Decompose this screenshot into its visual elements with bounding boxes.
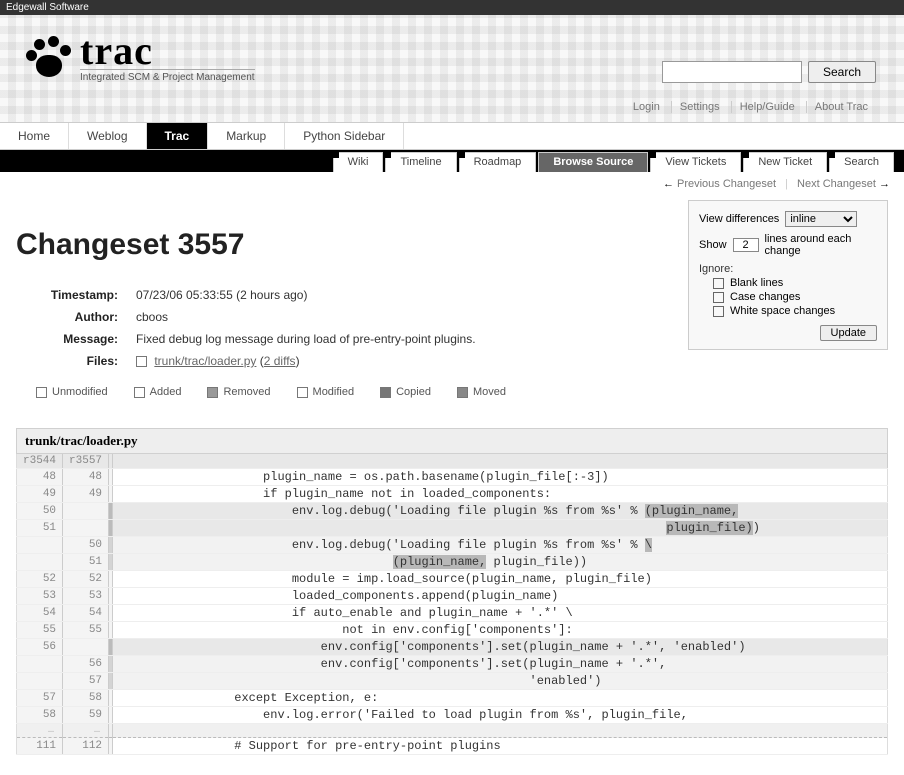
diff-row: 4848 plugin_name = os.path.basename(plug… xyxy=(17,469,888,486)
edgewall-link[interactable]: Edgewall Software xyxy=(6,2,89,13)
logo-tagline: Integrated SCM & Project Management xyxy=(80,69,255,83)
metanav: Login Settings Help/Guide About Trac xyxy=(625,101,876,113)
next-changeset-link[interactable]: Next Changeset xyxy=(797,178,876,190)
update-button[interactable]: Update xyxy=(820,325,877,341)
rev-new-header: r3557 xyxy=(63,454,109,469)
ignore-ws-checkbox[interactable] xyxy=(713,306,724,317)
diff-row: 51 (plugin_name, plugin_file)) xyxy=(17,554,888,571)
legend-moved-icon xyxy=(457,387,468,398)
logo-text: trac xyxy=(80,33,255,69)
diff-row: 5252 module = imp.load_source(plugin_nam… xyxy=(17,571,888,588)
rev-old-header: r3544 xyxy=(17,454,63,469)
files-label: Files: xyxy=(16,350,126,372)
diff-row: 5353 loaded_components.append(plugin_nam… xyxy=(17,588,888,605)
changeset-info: Timestamp: 07/23/06 05:33:55 (2 hours ag… xyxy=(16,284,674,372)
author-value: cboos xyxy=(136,306,674,328)
login-link[interactable]: Login xyxy=(625,101,668,113)
site-tabs: Home Weblog Trac Markup Python Sidebar xyxy=(0,123,904,150)
diff-row: 4949 if plugin_name not in loaded_compon… xyxy=(17,486,888,503)
about-link[interactable]: About Trac xyxy=(806,101,876,113)
nav-wiki[interactable]: Wiki xyxy=(333,152,384,172)
ignore-blank-checkbox[interactable] xyxy=(713,278,724,289)
legend-removed-icon xyxy=(207,387,218,398)
nav-timeline[interactable]: Timeline xyxy=(385,152,456,172)
diff-row: 56 env.config['components'].set(plugin_n… xyxy=(17,639,888,656)
ignore-case-checkbox[interactable] xyxy=(713,292,724,303)
diff-row: 5859 env.log.error('Failed to load plugi… xyxy=(17,707,888,724)
settings-link[interactable]: Settings xyxy=(671,101,728,113)
context-nav: ← Previous Changeset | Next Changeset → xyxy=(0,172,904,190)
mainnav: Wiki Timeline Roadmap Browse Source View… xyxy=(0,150,904,172)
diff-row: 5454 if auto_enable and plugin_name + '.… xyxy=(17,605,888,622)
diff-row: 5555 not in env.config['components']: xyxy=(17,622,888,639)
show-suffix: lines around each change xyxy=(765,233,877,257)
trac-paw-icon xyxy=(24,35,70,81)
diff-row: 111112 # Support for pre-entry-point plu… xyxy=(17,738,888,755)
file-change-icon xyxy=(136,356,147,367)
help-link[interactable]: Help/Guide xyxy=(731,101,803,113)
message-label: Message: xyxy=(16,328,126,350)
diff-table: r3544 r3557 4848 plugin_name = os.path.b… xyxy=(16,454,888,755)
diff-row: 50 env.log.debug('Loading file plugin %s… xyxy=(17,503,888,520)
diff-row: …… xyxy=(17,724,888,738)
tab-trac[interactable]: Trac xyxy=(147,123,209,149)
legend-added-icon xyxy=(134,387,145,398)
timestamp-label: Timestamp: xyxy=(16,284,126,306)
tab-python-sidebar[interactable]: Python Sidebar xyxy=(285,123,404,149)
diff-prefs-panel: View differences inline Show lines aroun… xyxy=(688,200,888,350)
author-label: Author: xyxy=(16,306,126,328)
diff-row: 56 env.config['components'].set(plugin_n… xyxy=(17,656,888,673)
legend: Unmodified Added Removed Modified Copied… xyxy=(36,386,888,398)
nav-roadmap[interactable]: Roadmap xyxy=(459,152,537,172)
message-value: Fixed debug log message during load of p… xyxy=(136,328,674,350)
show-label: Show xyxy=(699,239,727,251)
tab-home[interactable]: Home xyxy=(0,123,69,149)
timestamp-value: 07/23/06 05:33:55 (2 hours ago) xyxy=(136,284,674,306)
ignore-label: Ignore: xyxy=(699,263,733,275)
diff-file-header: trunk/trac/loader.py xyxy=(16,428,888,454)
viewdiff-select[interactable]: inline xyxy=(785,211,857,227)
diff-row: 50 env.log.debug('Loading file plugin %s… xyxy=(17,537,888,554)
viewdiff-label: View differences xyxy=(699,213,779,225)
search-input[interactable] xyxy=(662,61,802,83)
legend-unmodified-icon xyxy=(36,387,47,398)
tab-weblog[interactable]: Weblog xyxy=(69,123,146,149)
nav-view-tickets[interactable]: View Tickets xyxy=(650,152,741,172)
legend-copied-icon xyxy=(380,387,391,398)
logo[interactable]: trac Integrated SCM & Project Management xyxy=(24,33,255,83)
banner: trac Integrated SCM & Project Management… xyxy=(0,15,904,123)
nav-search[interactable]: Search xyxy=(829,152,894,172)
nav-browse-source[interactable]: Browse Source xyxy=(538,152,648,172)
context-lines-input[interactable] xyxy=(733,238,759,252)
nav-new-ticket[interactable]: New Ticket xyxy=(743,152,827,172)
tab-markup[interactable]: Markup xyxy=(208,123,285,149)
file-diffs-link[interactable]: 2 diffs xyxy=(264,354,296,368)
legend-modified-icon xyxy=(297,387,308,398)
diff-row: 51 plugin_file)) xyxy=(17,520,888,537)
prev-changeset-link[interactable]: Previous Changeset xyxy=(677,178,776,190)
diff-row: 5758 except Exception, e: xyxy=(17,690,888,707)
search-button[interactable]: Search xyxy=(808,61,876,83)
file-path-link[interactable]: trunk/trac/loader.py xyxy=(154,354,256,368)
diff-row: 57 'enabled') xyxy=(17,673,888,690)
